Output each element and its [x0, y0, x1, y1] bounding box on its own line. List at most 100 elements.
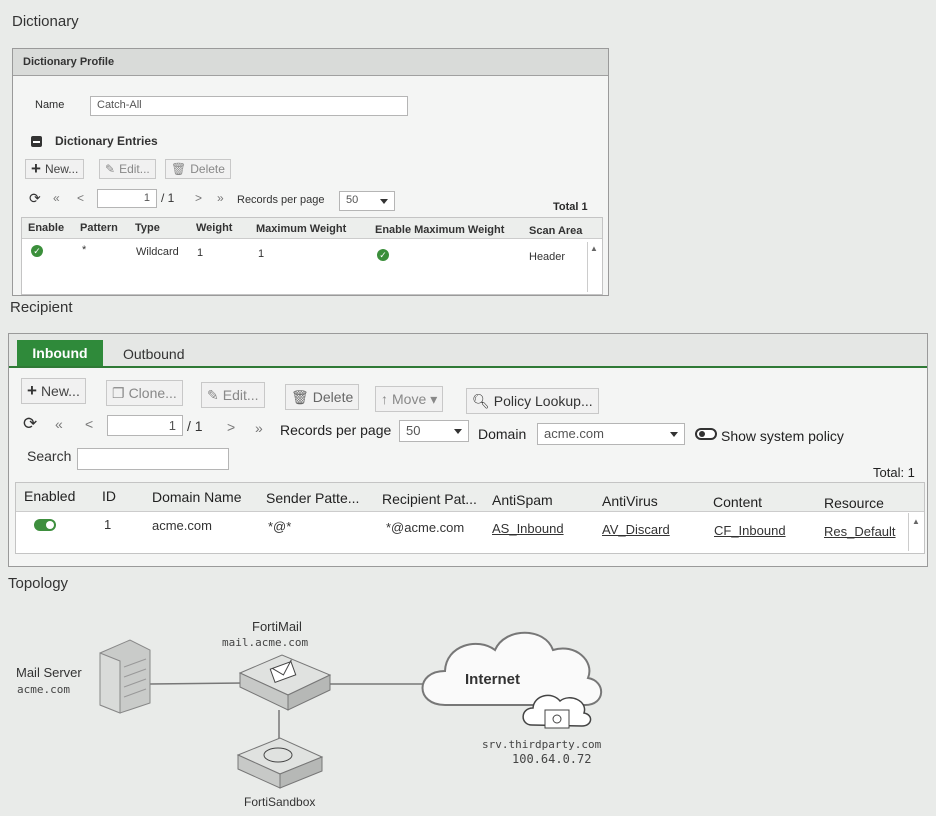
delete-entry-button[interactable]: 🗑 Delete — [165, 159, 231, 179]
new-entry-button[interactable]: + New... — [25, 159, 85, 179]
col-recipient-pattern[interactable]: Recipient Pat... — [382, 491, 477, 507]
enable-max-weight-check-icon: ✓ — [377, 249, 389, 261]
table-row[interactable]: 1 acme.com *@* *@acme.com AS_Inbound AV_… — [16, 513, 924, 551]
page-of-label: / 1 — [161, 191, 175, 205]
collapse-icon[interactable] — [31, 136, 42, 147]
search-label: Search — [27, 448, 72, 464]
internet-label: Internet — [465, 671, 521, 688]
delete-policy-button[interactable]: 🗑 Delete — [285, 384, 360, 410]
weight-cell: 1 — [197, 247, 204, 259]
lookup-label: Policy Lookup... — [493, 393, 593, 409]
show-system-policy-label: Show system policy — [721, 428, 844, 444]
chevron-down-icon — [380, 199, 388, 204]
col-content[interactable]: Content — [713, 494, 762, 510]
col-weight[interactable]: Weight — [196, 222, 232, 234]
col-scan-area[interactable]: Scan Area — [529, 225, 582, 237]
search-input[interactable] — [77, 448, 229, 470]
col-enable-maximum-weight[interactable]: Enable Maximum Weight — [375, 224, 504, 236]
antispam-link[interactable]: AS_Inbound — [492, 521, 564, 536]
col-sender-pattern[interactable]: Sender Patte... — [266, 490, 359, 506]
refresh-icon[interactable]: ⟳ — [23, 414, 37, 434]
mail-server-label: Mail Server — [16, 665, 82, 680]
col-domain-name[interactable]: Domain Name — [152, 489, 241, 505]
sender-cell: *@* — [268, 519, 292, 534]
domain-select[interactable]: acme.com — [537, 423, 685, 445]
recipient-cell: *@acme.com — [386, 520, 465, 535]
recipient-panel: Inbound Outbound + New... ❐ Clone... ✎ E… — [8, 333, 928, 567]
prev-page-button[interactable]: < — [77, 191, 84, 205]
col-maximum-weight[interactable]: Maximum Weight — [256, 223, 346, 235]
tab-outbound[interactable]: Outbound — [123, 346, 185, 362]
dictionary-entries-label: Dictionary Entries — [55, 134, 158, 148]
chevron-down-icon — [670, 432, 678, 437]
delete-label: Delete — [312, 389, 354, 405]
col-pattern[interactable]: Pattern — [80, 222, 118, 234]
total-count: Total 1 — [553, 201, 588, 213]
trash-icon: 🗑 — [291, 388, 309, 405]
caret-down-icon: ▾ — [430, 390, 438, 407]
name-input[interactable]: Catch-All — [90, 96, 408, 116]
prev-page-button[interactable]: < — [85, 416, 93, 432]
id-cell: 1 — [104, 517, 112, 532]
cloud-icon — [421, 631, 603, 706]
fortimail-label: FortiMail — [252, 619, 302, 634]
move-policy-button[interactable]: ↑ Move ▾ — [375, 386, 444, 412]
scrollbar[interactable]: ▲ — [908, 513, 923, 551]
domain-value: acme.com — [544, 426, 604, 441]
table-row[interactable]: ✓ * Wildcard 1 1 ✓ Header — [22, 239, 602, 293]
edit-icon: ✎ — [105, 162, 116, 176]
new-label: New... — [44, 162, 79, 176]
mail-server-domain: acme.com — [17, 683, 70, 696]
page-of-label: / 1 — [187, 418, 203, 434]
search-icon: 🔍︎ — [472, 392, 490, 409]
scroll-up-icon[interactable]: ▲ — [590, 244, 598, 253]
domain-label: Domain — [478, 426, 527, 442]
type-cell: Wildcard — [136, 246, 179, 258]
name-label: Name — [35, 99, 65, 111]
tab-inbound[interactable]: Inbound — [17, 340, 103, 366]
last-page-button[interactable]: » — [255, 420, 263, 436]
scan-area-cell: Header — [529, 251, 566, 263]
edit-entry-button[interactable]: ✎ Edit... — [99, 159, 156, 179]
edit-policy-button[interactable]: ✎ Edit... — [201, 382, 265, 408]
show-system-policy-toggle[interactable] — [695, 428, 717, 440]
first-page-button[interactable]: « — [53, 191, 60, 205]
col-id[interactable]: ID — [102, 488, 116, 504]
next-page-button[interactable]: > — [195, 191, 202, 205]
col-antivirus[interactable]: AntiVirus — [602, 493, 658, 509]
col-type[interactable]: Type — [135, 222, 160, 234]
records-per-page-select[interactable]: 50 — [399, 420, 469, 442]
content-link[interactable]: CF_Inbound — [714, 523, 786, 538]
records-per-page-label: Records per page — [237, 194, 325, 206]
last-page-button[interactable]: » — [217, 191, 224, 205]
total-count: Total: 1 — [873, 465, 915, 480]
policy-lookup-button[interactable]: 🔍︎ Policy Lookup... — [466, 388, 599, 414]
scroll-up-icon[interactable]: ▲ — [912, 517, 920, 526]
col-enable[interactable]: Enable — [28, 222, 64, 234]
records-value: 50 — [346, 194, 359, 206]
enabled-toggle[interactable] — [34, 519, 56, 531]
col-enabled[interactable]: Enabled — [24, 488, 75, 504]
page-number-input[interactable]: 1 — [97, 189, 157, 208]
dictionary-section-title: Dictionary — [12, 13, 79, 30]
next-page-button[interactable]: > — [227, 419, 235, 435]
antivirus-link[interactable]: AV_Discard — [602, 522, 670, 537]
pattern-cell: * — [82, 244, 87, 256]
chevron-down-icon — [454, 429, 462, 434]
refresh-icon[interactable]: ⟳ — [29, 190, 41, 207]
server-icon — [99, 639, 151, 714]
plus-icon: + — [31, 159, 41, 178]
fortisandbox-appliance-icon — [236, 737, 324, 789]
clone-policy-button[interactable]: ❐ Clone... — [106, 380, 183, 406]
scrollbar[interactable]: ▲ — [587, 242, 600, 292]
max-weight-cell: 1 — [258, 248, 265, 260]
page-number-input[interactable]: 1 — [107, 415, 183, 436]
col-antispam[interactable]: AntiSpam — [492, 492, 553, 508]
first-page-button[interactable]: « — [55, 416, 63, 432]
records-per-page-select[interactable]: 50 — [339, 191, 395, 211]
edit-label: Edit... — [222, 387, 259, 403]
delete-label: Delete — [190, 162, 225, 176]
resource-link[interactable]: Res_Default — [824, 524, 896, 539]
new-policy-button[interactable]: + New... — [21, 378, 86, 404]
col-resource[interactable]: Resource — [824, 495, 884, 511]
